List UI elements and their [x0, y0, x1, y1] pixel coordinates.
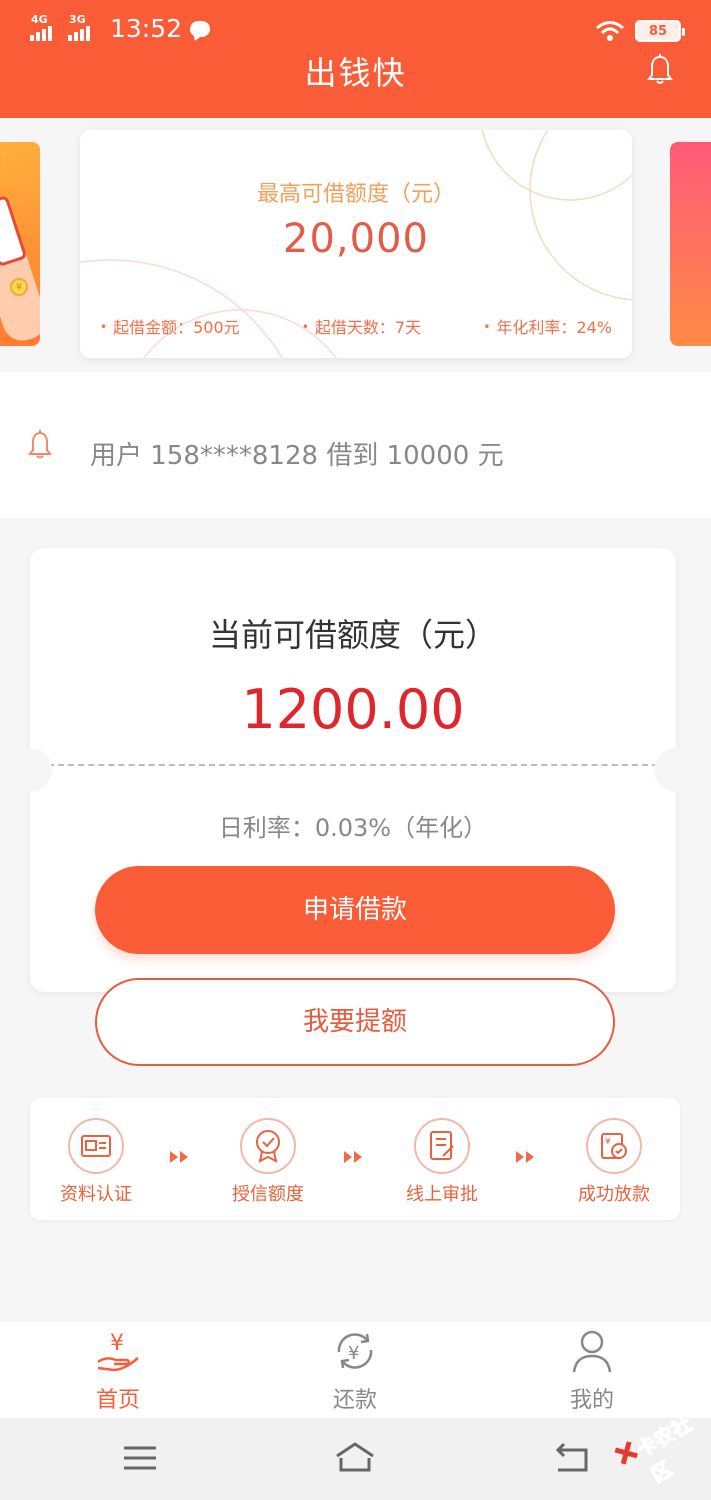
banner-carousel[interactable]: ¥ ¥ 最高可借额度（元） 20,000 起借金额：500元 起借天数：7天 年… — [0, 118, 711, 372]
tab-label: 还款 — [332, 1388, 377, 1413]
process-steps: 资料认证 授信额度 线上审批 ¥ 成功放款 — [30, 1098, 680, 1220]
loan-terms: 起借金额：500元 起借天数：7天 年化利率：24% — [100, 314, 612, 338]
term-min-days: 起借天数：7天 — [302, 314, 421, 338]
banner-next-card[interactable] — [670, 142, 711, 346]
step-item: 资料认证 — [36, 1118, 156, 1206]
step-item: 线上审批 — [382, 1118, 502, 1206]
message-icon — [190, 20, 211, 37]
tab-home[interactable]: ¥ 首页 — [58, 1328, 178, 1414]
back-icon[interactable] — [550, 1440, 594, 1476]
step-label: 资料认证 — [60, 1184, 132, 1205]
status-time: 13:52 — [110, 14, 183, 43]
document-edit-icon — [414, 1118, 470, 1174]
signal-3g-icon: 3G — [68, 12, 98, 43]
menu-icon[interactable] — [118, 1440, 162, 1476]
max-credit-title: 最高可借额度（元） — [256, 182, 455, 207]
step-label: 授信额度 — [232, 1184, 304, 1205]
notice-bar: 用户 158****8128 借到 10000 元 — [0, 372, 711, 518]
term-annual-rate: 年化利率：24% — [483, 314, 612, 338]
svg-text:¥: ¥ — [605, 1137, 611, 1147]
coin-icon: ¥ — [0, 152, 2, 170]
bottom-tab-bar: ¥ 首页 ¥ 还款 我的 — [0, 1322, 711, 1418]
max-credit-amount: 20,000 — [283, 216, 429, 262]
ticket-notch-right — [654, 748, 698, 792]
step-label: 线上审批 — [406, 1184, 478, 1205]
page-title: 出钱快 — [304, 54, 407, 92]
svg-text:¥: ¥ — [348, 1343, 359, 1364]
signal-4g-icon: 4G — [30, 12, 60, 43]
money-check-icon: ¥ — [586, 1118, 642, 1174]
current-credit-amount: 1200.00 — [241, 678, 465, 741]
id-card-icon — [68, 1118, 124, 1174]
bell-icon[interactable] — [647, 54, 673, 86]
double-arrow-icon — [516, 1151, 534, 1163]
repay-cycle-icon: ¥ — [337, 1333, 373, 1369]
home-loan-icon: ¥ — [97, 1331, 139, 1372]
svg-text:¥: ¥ — [110, 1331, 124, 1356]
double-arrow-icon — [344, 1151, 362, 1163]
badge-check-icon — [240, 1118, 296, 1174]
tab-label: 首页 — [95, 1388, 140, 1413]
apply-loan-button[interactable]: 申请借款 — [95, 866, 615, 954]
banner-prev-card[interactable]: ¥ ¥ — [0, 142, 40, 346]
current-credit-title: 当前可借额度（元） — [208, 616, 497, 654]
network-type-1: 4G — [31, 12, 48, 26]
step-item: 授信额度 — [208, 1118, 328, 1206]
phone-illustration — [0, 194, 28, 268]
bell-icon — [28, 430, 52, 459]
battery-icon: 85 — [635, 20, 685, 42]
wifi-icon — [596, 21, 624, 41]
tab-label: 我的 — [569, 1388, 614, 1413]
status-right: 85 — [595, 20, 685, 42]
home-icon[interactable] — [333, 1440, 377, 1476]
notice-text: 用户 158****8128 借到 10000 元 — [90, 441, 504, 471]
step-label: 成功放款 — [578, 1184, 650, 1205]
daily-rate: 日利率：0.03%（年化） — [218, 814, 488, 842]
system-nav-bar — [0, 1418, 711, 1500]
double-arrow-icon — [170, 1151, 188, 1163]
ticket-notch-left — [8, 748, 52, 792]
network-type-2: 3G — [69, 12, 86, 26]
battery-level: 85 — [648, 23, 668, 39]
divider — [48, 764, 658, 766]
tab-repay[interactable]: ¥ 还款 — [295, 1328, 415, 1414]
app-header: 4G 3G 13:52 85 出钱快 — [0, 0, 711, 118]
tab-mine[interactable]: 我的 — [532, 1328, 652, 1414]
step-item: ¥ 成功放款 — [554, 1118, 674, 1206]
term-min-amount: 起借金额：500元 — [100, 314, 240, 338]
raise-limit-button[interactable]: 我要提额 — [95, 978, 615, 1066]
banner-main-card[interactable]: 最高可借额度（元） 20,000 起借金额：500元 起借天数：7天 年化利率：… — [80, 130, 632, 358]
status-left: 4G 3G 13:52 — [30, 12, 211, 43]
coin-icon: ¥ — [10, 278, 28, 296]
user-icon — [572, 1330, 612, 1373]
